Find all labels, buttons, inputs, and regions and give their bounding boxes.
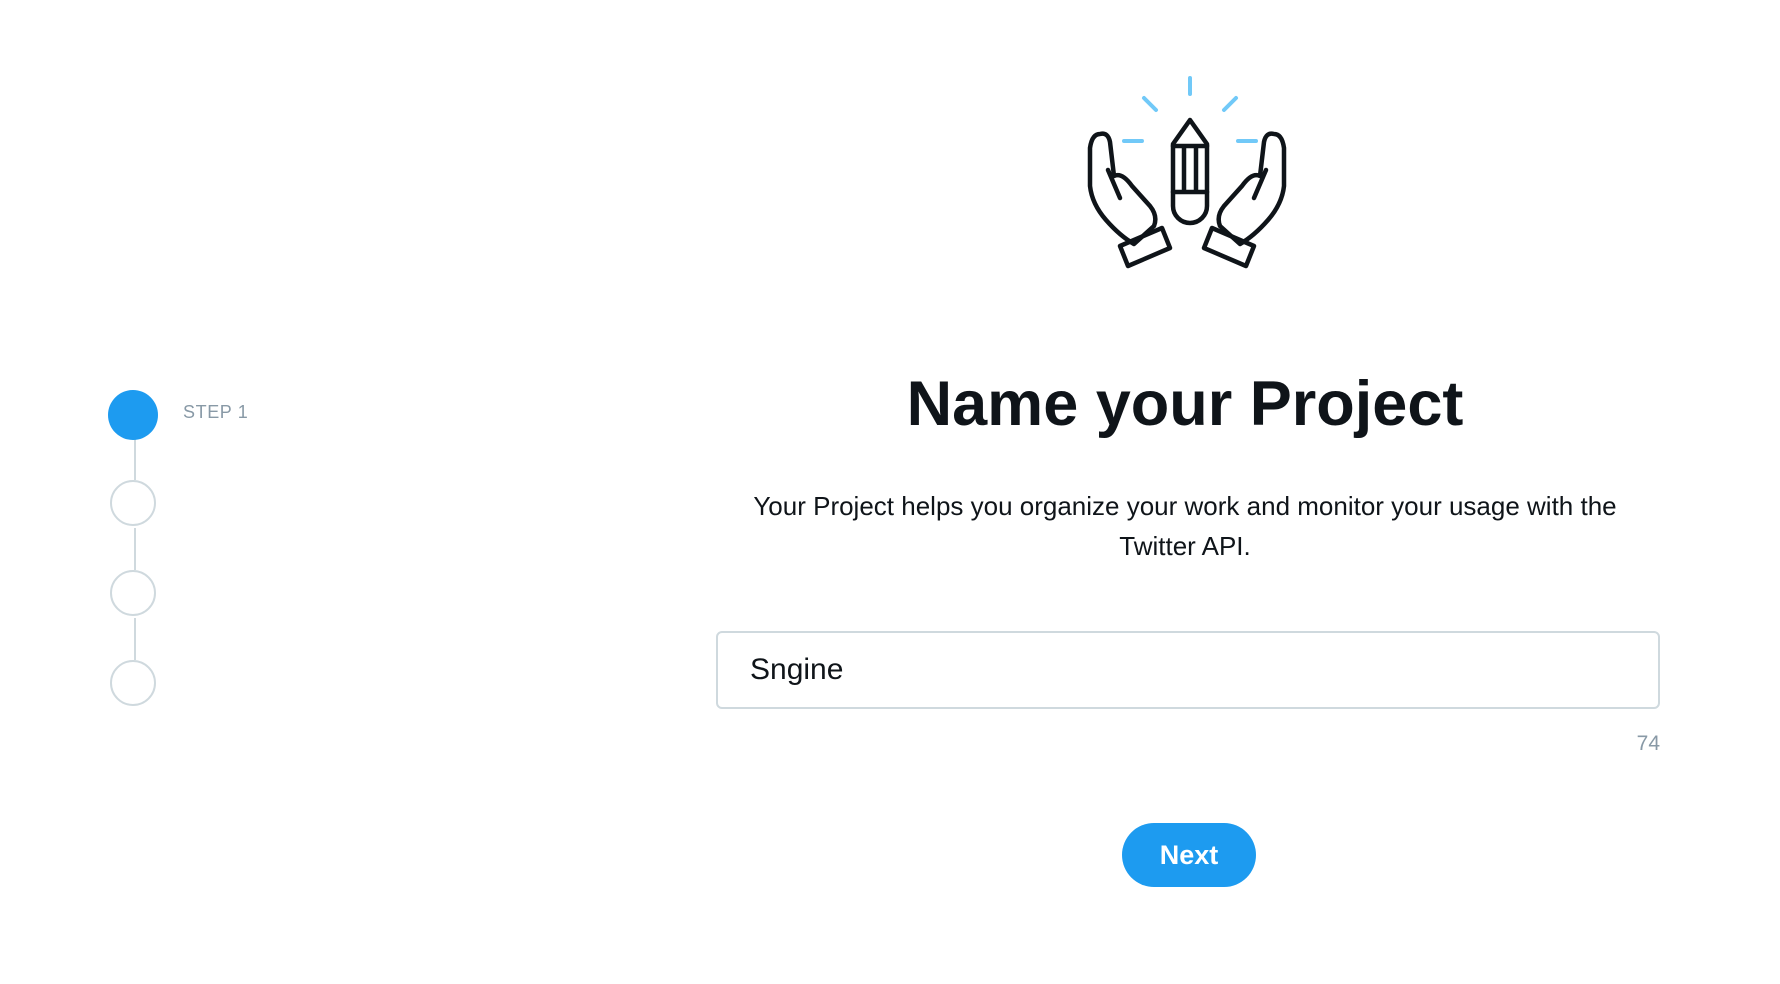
right-cuff: [1201, 225, 1257, 269]
hands-holding-pencil-icon: [1087, 76, 1287, 269]
ray: [1222, 96, 1238, 112]
step-connector: [134, 438, 136, 480]
step-1-label: STEP 1: [183, 402, 249, 422]
step-2-indicator: [110, 480, 156, 526]
left-hand: [1087, 131, 1158, 247]
next-button[interactable]: Next: [1122, 823, 1256, 887]
create-project-page: STEP 1 Name your Project Your Project he…: [0, 0, 1780, 984]
left-cuff: [1117, 225, 1173, 269]
progress-stepper: STEP 1: [108, 390, 370, 712]
step-3-indicator: [110, 570, 156, 616]
step-connector: [134, 528, 136, 570]
project-name-input[interactable]: [716, 631, 1660, 709]
ray: [1142, 96, 1158, 112]
character-counter: 74: [1636, 732, 1660, 755]
step-connector: [134, 618, 136, 660]
right-hand: [1216, 131, 1287, 247]
step-1-indicator: [108, 390, 158, 440]
page-description: Your Project helps you organize your wor…: [753, 491, 1617, 561]
page-title: Name your Project: [906, 369, 1464, 439]
pencil-outline: [1170, 117, 1210, 226]
step-4-indicator: [110, 660, 156, 706]
